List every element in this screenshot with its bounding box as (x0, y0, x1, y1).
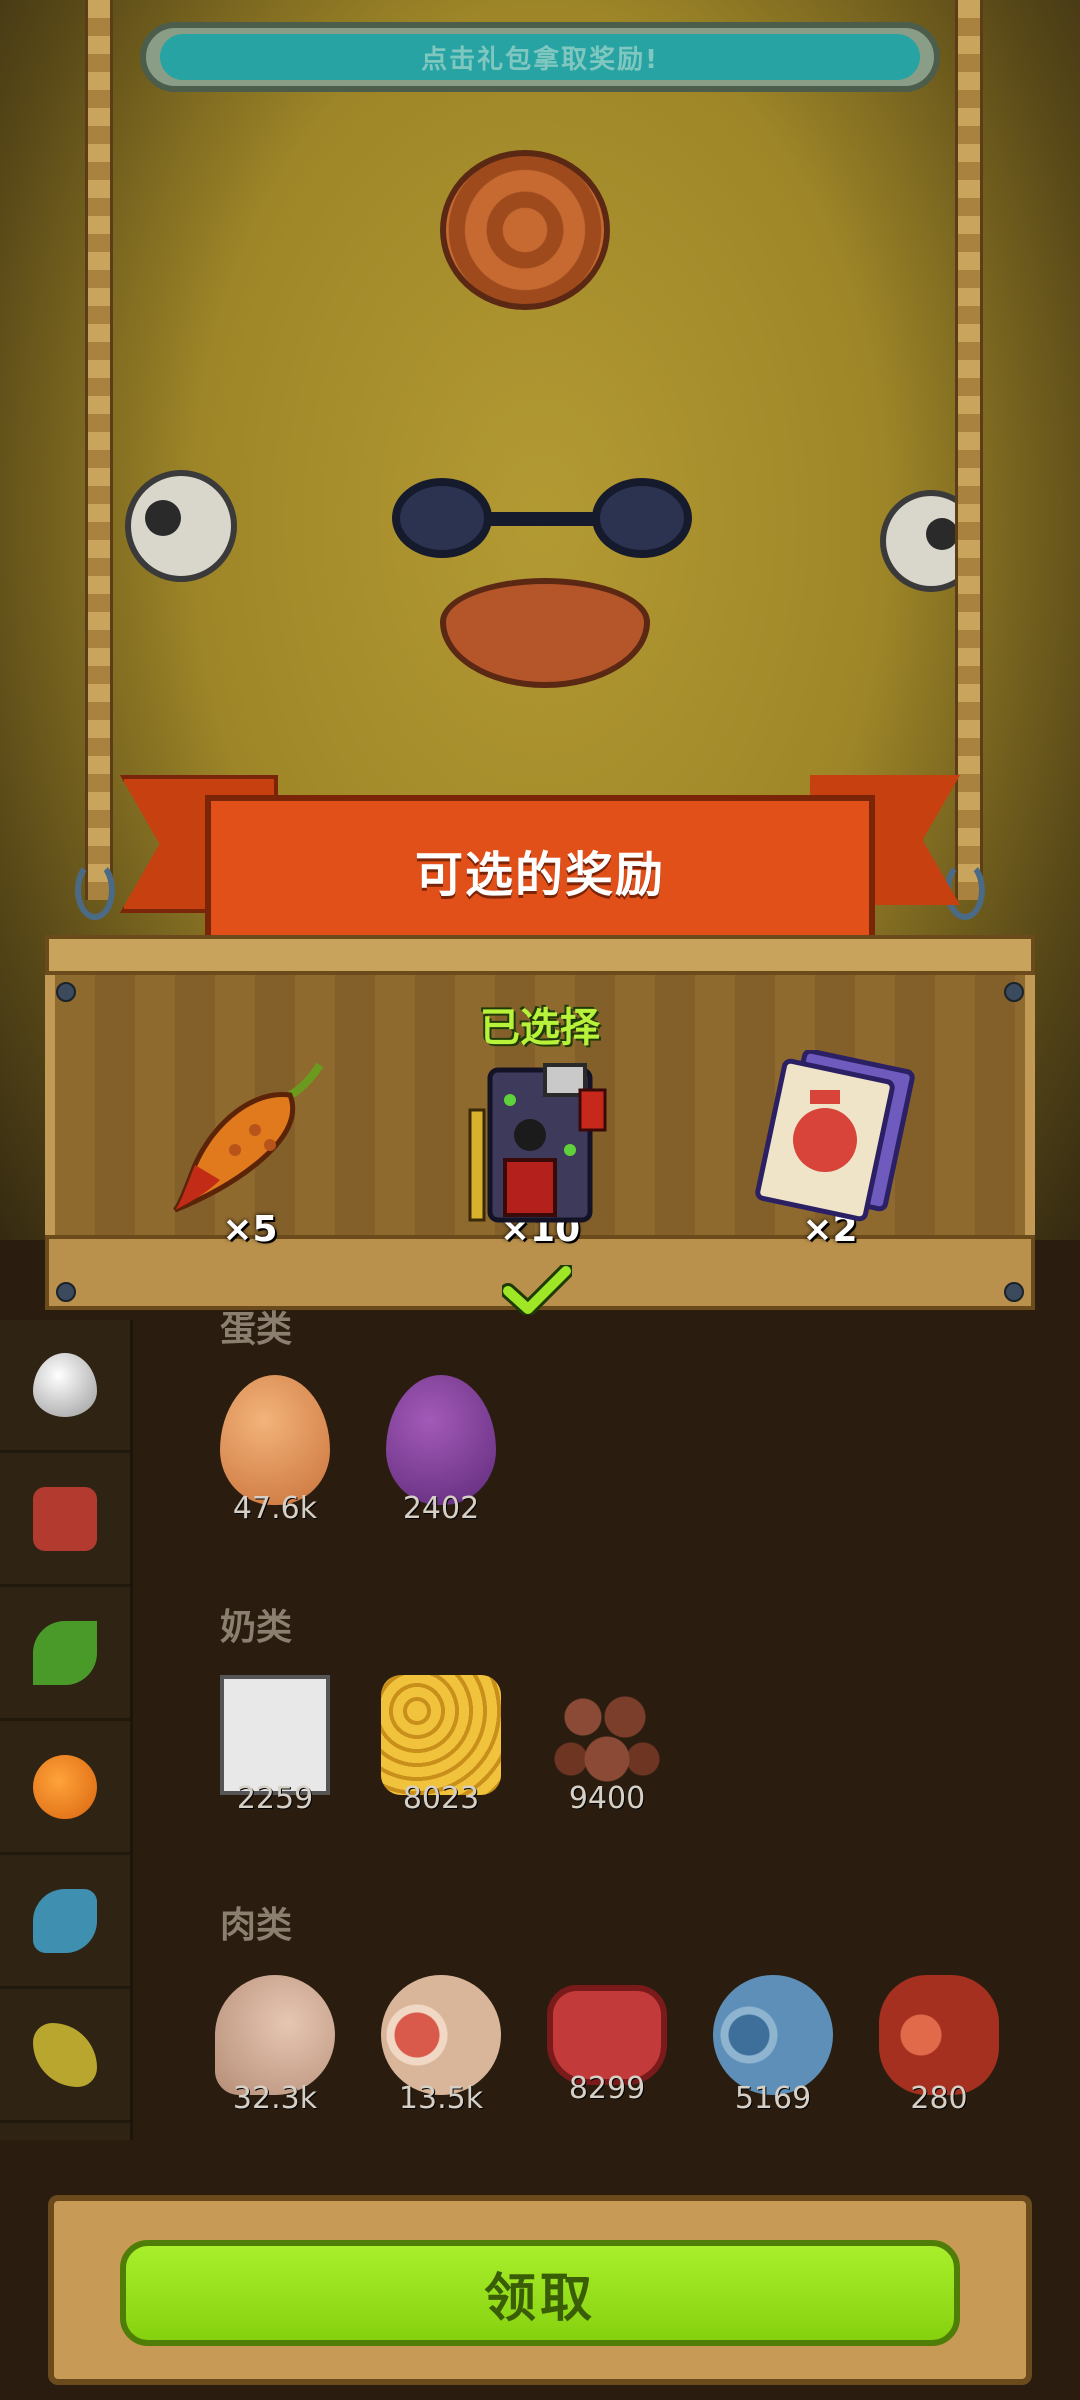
inventory-item[interactable]: 2259 (200, 1675, 350, 1816)
reward-option-2[interactable]: ×10 (450, 1050, 630, 1250)
item-count: 8023 (402, 1781, 480, 1816)
hook-left-icon (75, 860, 115, 920)
rope-left (85, 0, 113, 900)
steak-icon (547, 1985, 667, 2085)
inventory-item[interactable]: 13.5k (366, 1975, 516, 2116)
meat-icon (33, 1487, 97, 1551)
inventory-item[interactable]: 47.6k (200, 1375, 350, 1526)
reward-option-3[interactable]: ×2 (740, 1050, 920, 1250)
wheat-icon (33, 2023, 97, 2087)
hero-gear-pack-icon (468, 1063, 607, 1223)
inventory-item[interactable]: 8299 (532, 1975, 682, 2106)
milk-carton-icon (220, 1675, 330, 1795)
bolt-icon (56, 1282, 76, 1302)
reward-panel-title: 可选的奖励 (414, 847, 665, 903)
creature-eye-left (125, 470, 237, 582)
reward-title-ribbon: 可选的奖励 (205, 795, 875, 945)
item-count: 47.6k (232, 1491, 318, 1526)
fish-icon (33, 1889, 97, 1953)
side-tab-leaf[interactable] (0, 1588, 130, 1721)
water-drop-icon (33, 1353, 97, 1417)
item-count: 9400 (568, 1781, 646, 1816)
ham-icon (381, 1975, 501, 2095)
rope-right (955, 0, 983, 900)
orange-egg-icon (220, 1375, 330, 1505)
category-title-meat: 肉类 (220, 1905, 293, 1946)
bolt-icon (1004, 982, 1024, 1002)
goggles-icon (392, 478, 692, 568)
inventory-item[interactable]: 2402 (366, 1375, 516, 1526)
inventory-item[interactable]: 5169 (698, 1975, 848, 2116)
blue-meat-icon (713, 1975, 833, 2095)
item-count: 2402 (402, 1491, 480, 1526)
side-tab-fruit[interactable] (0, 1722, 130, 1855)
item-count: 280 (910, 2081, 968, 2116)
orange-icon (33, 1755, 97, 1819)
scroll-card-icon (755, 1050, 915, 1222)
item-count: 8299 (568, 2071, 646, 2106)
category-sidebar (0, 1320, 133, 2140)
selected-label: 已选择 (480, 1005, 600, 1051)
side-tab-grain[interactable] (0, 1990, 130, 2123)
category-title-eggs: 蛋类 (220, 1309, 293, 1350)
category-title-dairy: 奶类 (220, 1607, 293, 1648)
inventory-item[interactable]: 9400 (532, 1675, 682, 1816)
item-count: 2259 (236, 1781, 314, 1816)
item-count: 13.5k (398, 2081, 484, 2116)
crate-top-plank (45, 935, 1035, 975)
side-tab-fish[interactable] (0, 1856, 130, 1989)
item-count: 32.3k (232, 2081, 318, 2116)
leaf-icon (33, 1621, 97, 1685)
bolt-icon (1004, 1282, 1024, 1302)
item-count: 5169 (734, 2081, 812, 2116)
reward-option-1[interactable]: ×5 (160, 1050, 340, 1250)
check-icon (502, 1265, 572, 1315)
side-tab-meat[interactable] (0, 1454, 130, 1587)
inventory-item[interactable]: 32.3k (200, 1975, 350, 2116)
side-tab-water[interactable] (0, 1320, 130, 1453)
inventory-item[interactable]: 8023 (366, 1675, 516, 1816)
chili-pepper-icon (173, 1062, 324, 1213)
hint-bar[interactable]: 点击礼包拿取奖励! (140, 22, 940, 92)
honeycomb-icon (381, 1675, 501, 1795)
purple-egg-icon (386, 1375, 496, 1505)
drumstick-icon (215, 1975, 335, 2095)
snail-shell-icon (440, 150, 610, 310)
claim-button[interactable]: 领取 (120, 2240, 960, 2346)
brown-balls-icon (547, 1675, 667, 1795)
red-meat-roll-icon (879, 1975, 999, 2095)
inventory-item[interactable]: 280 (864, 1975, 1014, 2116)
bolt-icon (56, 982, 76, 1002)
hint-text: 点击礼包拿取奖励! (160, 34, 920, 80)
